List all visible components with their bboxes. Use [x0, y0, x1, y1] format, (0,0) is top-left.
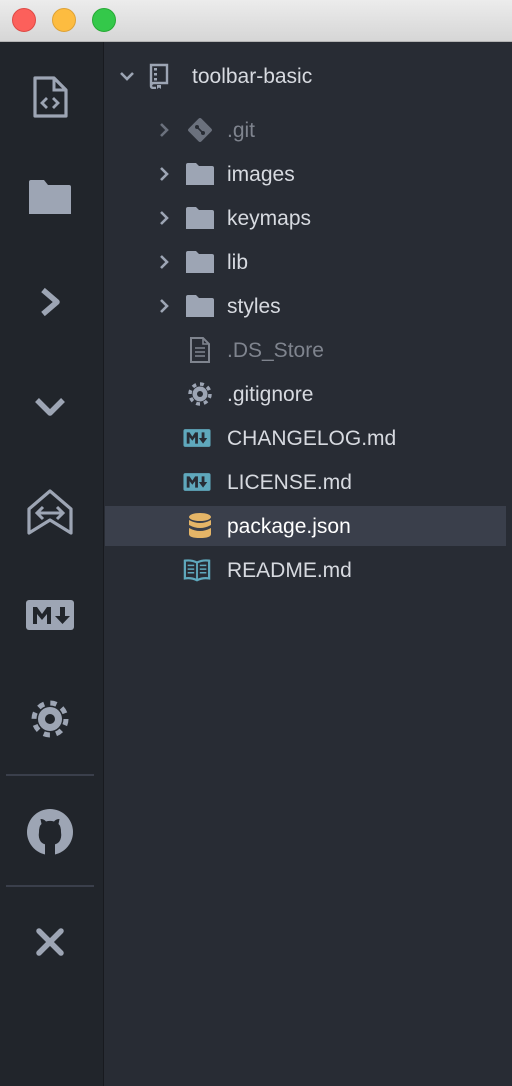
- gear-icon: [186, 382, 214, 406]
- tree-item-readme[interactable]: README.md: [105, 550, 506, 590]
- toolbar-split-button[interactable]: [20, 482, 80, 542]
- markdown-icon: [183, 426, 211, 450]
- gear-icon: [31, 700, 69, 738]
- chevron-down-icon[interactable]: [119, 68, 135, 84]
- window-minimize-button[interactable]: [52, 8, 76, 32]
- book-icon: [183, 558, 211, 582]
- tree-item-label: .git: [227, 119, 256, 142]
- tree-item-label: images: [227, 163, 295, 186]
- tree-root-label: toolbar-basic: [192, 65, 313, 88]
- tree-item-label: .gitignore: [227, 383, 314, 406]
- tree-root-toolbar-basic[interactable]: toolbar-basic: [105, 56, 506, 96]
- folder-icon: [186, 206, 214, 230]
- code-file-icon: [33, 76, 68, 118]
- toolbar-markdown-button[interactable]: [20, 585, 80, 645]
- toolbar-settings-button[interactable]: [20, 689, 80, 749]
- repo-icon: [145, 63, 173, 89]
- tree-item-label: README.md: [227, 559, 352, 582]
- tree-item-keymaps[interactable]: keymaps: [105, 198, 506, 238]
- folder-icon: [186, 162, 214, 186]
- tree-item-styles[interactable]: styles: [105, 286, 506, 326]
- window-close-button[interactable]: [12, 8, 36, 32]
- toolbar-expand-button[interactable]: [20, 272, 80, 332]
- toolbar-code-file-button[interactable]: [20, 67, 80, 127]
- tree-item-label: CHANGELOG.md: [227, 427, 397, 450]
- chevron-down-icon: [35, 398, 65, 416]
- chevron-right-icon[interactable]: [156, 210, 172, 226]
- folder-icon: [186, 250, 214, 274]
- tree-item-gitignore[interactable]: .gitignore: [105, 374, 506, 414]
- tree-item-ds-store[interactable]: .DS_Store: [105, 330, 506, 370]
- database-icon: [186, 513, 214, 538]
- tree-item-label: package.json: [227, 515, 351, 538]
- toolbar-separator: [6, 774, 94, 776]
- tree-item-label: lib: [227, 251, 249, 274]
- file-text-icon: [186, 337, 214, 363]
- tree-item-label: .DS_Store: [227, 339, 324, 362]
- tool-bar: [0, 42, 104, 1086]
- toolbar-github-button[interactable]: [20, 802, 80, 862]
- chevron-right-icon[interactable]: [156, 254, 172, 270]
- split-arrows-icon: [27, 489, 73, 535]
- folder-icon: [29, 180, 71, 214]
- tree-item-changelog[interactable]: CHANGELOG.md: [105, 418, 506, 458]
- chevron-right-icon[interactable]: [156, 122, 172, 138]
- window-titlebar: [0, 0, 512, 42]
- tree-item-git[interactable]: .git: [105, 110, 506, 150]
- tree-item-package-json[interactable]: package.json: [105, 506, 506, 546]
- git-icon: [186, 118, 214, 142]
- toolbar-separator: [6, 885, 94, 887]
- file-tree: toolbar-basic .git images keymaps lib st…: [105, 42, 512, 1086]
- tree-item-label: keymaps: [227, 207, 312, 230]
- tree-item-lib[interactable]: lib: [105, 242, 506, 282]
- chevron-right-icon[interactable]: [156, 298, 172, 314]
- toolbar-close-button[interactable]: [20, 912, 80, 972]
- window-maximize-button[interactable]: [92, 8, 116, 32]
- github-icon: [27, 809, 73, 856]
- chevron-right-icon: [41, 287, 60, 317]
- tree-item-images[interactable]: images: [105, 154, 506, 194]
- tree-item-label: styles: [227, 295, 281, 318]
- toolbar-collapse-button[interactable]: [20, 377, 80, 437]
- tree-item-label: LICENSE.md: [227, 471, 352, 494]
- tree-item-license[interactable]: LICENSE.md: [105, 462, 506, 502]
- chevron-right-icon[interactable]: [156, 166, 172, 182]
- folder-icon: [186, 294, 214, 318]
- toolbar-folder-button[interactable]: [20, 167, 80, 227]
- close-x-icon: [36, 928, 64, 956]
- markdown-icon: [183, 470, 211, 494]
- markdown-icon: [26, 600, 74, 630]
